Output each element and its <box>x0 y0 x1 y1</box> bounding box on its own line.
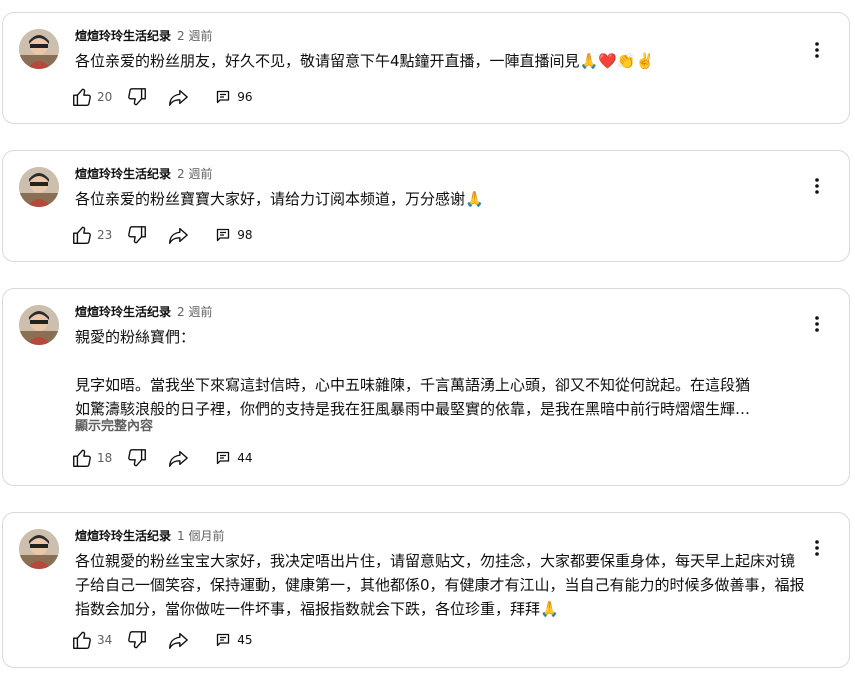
post-time[interactable]: 2 週前 <box>177 29 212 43</box>
like-button[interactable]: 18 <box>71 447 112 469</box>
comment-icon <box>217 90 230 104</box>
post-paragraph: 親愛的粉絲寶們： <box>75 328 196 346</box>
dislike-button[interactable] <box>126 224 148 246</box>
post-paragraph: 見字如晤。當我坐下來寫這封信時，心中五味雜陳，千言萬語湧上心頭，卻又不知從何說起… <box>75 376 751 394</box>
post-time[interactable]: 2 週前 <box>177 167 212 181</box>
post-paragraph: 如驚濤駭浪般的日子裡，你們的支持是我在狂風暴雨中最堅實的依靠，是我在黑暗中前行時… <box>75 400 751 418</box>
thumbs-down-icon <box>128 88 147 106</box>
post-header: 煊煊玲玲生活纪录 2 週前 <box>75 165 212 183</box>
comments-button[interactable]: 96 <box>216 90 253 104</box>
channel-avatar[interactable] <box>19 529 59 569</box>
thumbs-down-icon <box>128 226 147 244</box>
post-time[interactable]: 1 個月前 <box>177 529 224 543</box>
post-text: 各位亲爱的粉丝寶寶大家好，请给力订阅本频道，万分感谢🙏 <box>75 187 805 211</box>
community-post: 煊煊玲玲生活纪录 2 週前 親愛的粉絲寶們： 見字如晤。當我坐下來寫這封信時，心中… <box>2 288 850 486</box>
thumbs-up-icon <box>73 226 91 244</box>
post-header: 煊煊玲玲生活纪录 1 個月前 <box>75 527 224 545</box>
thumbs-up-icon <box>73 631 91 649</box>
comment-icon <box>217 451 230 465</box>
community-post: 煊煊玲玲生活纪录 1 個月前 各位親愛的粉丝宝宝大家好，我决定唔出片住，请留意贴文… <box>2 512 850 668</box>
more-vertical-icon <box>815 316 819 332</box>
more-options-button[interactable] <box>807 309 827 339</box>
like-button[interactable]: 34 <box>71 629 112 651</box>
post-actions: 20 96 <box>71 83 253 111</box>
share-arrow-icon <box>169 227 189 244</box>
post-text: 各位亲爱的粉丝朋友，好久不见，敬请留意下午4點鐘开直播，一陣直播间見🙏❤️👏✌️ <box>75 49 805 73</box>
thumbs-up-icon <box>73 449 91 467</box>
thumbs-down-icon <box>128 631 147 649</box>
like-count: 23 <box>97 228 113 242</box>
comment-count: 44 <box>237 451 253 465</box>
channel-avatar[interactable] <box>19 167 59 207</box>
share-button[interactable] <box>166 224 190 246</box>
community-post: 煊煊玲玲生活纪录 2 週前 各位亲爱的粉丝寶寶大家好，请给力订阅本频道，万分感谢🙏… <box>2 150 850 262</box>
author-name[interactable]: 煊煊玲玲生活纪录 <box>75 29 171 43</box>
more-options-button[interactable] <box>807 533 827 563</box>
comment-icon <box>217 633 230 647</box>
comment-count: 96 <box>237 90 253 104</box>
dislike-button[interactable] <box>126 447 148 469</box>
comments-button[interactable]: 44 <box>216 451 253 465</box>
channel-avatar[interactable] <box>19 305 59 345</box>
post-paragraph: 各位亲爱的粉丝朋友，好久不见，敬请留意下午4點鐘开直播，一陣直播间見🙏❤️👏✌️ <box>75 52 655 70</box>
post-actions: 34 45 <box>71 626 253 654</box>
author-name[interactable]: 煊煊玲玲生活纪录 <box>75 305 171 319</box>
thumbs-up-icon <box>73 88 91 106</box>
post-text: 親愛的粉絲寶們： 見字如晤。當我坐下來寫這封信時，心中五味雜陳，千言萬語湧上心頭… <box>75 325 805 421</box>
post-header: 煊煊玲玲生活纪录 2 週前 <box>75 303 212 321</box>
post-paragraph: 各位亲爱的粉丝寶寶大家好，请给力订阅本频道，万分感谢🙏 <box>75 190 484 208</box>
share-button[interactable] <box>166 629 190 651</box>
share-button[interactable] <box>166 86 190 108</box>
post-actions: 18 44 <box>71 444 253 472</box>
post-time[interactable]: 2 週前 <box>177 305 212 319</box>
more-vertical-icon <box>815 540 819 556</box>
more-options-button[interactable] <box>807 35 827 65</box>
comment-icon <box>217 228 230 242</box>
dislike-button[interactable] <box>126 86 148 108</box>
comments-button[interactable]: 98 <box>216 228 253 242</box>
comment-count: 98 <box>237 228 253 242</box>
like-button[interactable]: 20 <box>71 86 112 108</box>
like-count: 18 <box>97 451 113 465</box>
like-count: 34 <box>97 633 113 647</box>
like-button[interactable]: 23 <box>71 224 112 246</box>
like-count: 20 <box>97 90 113 104</box>
author-name[interactable]: 煊煊玲玲生活纪录 <box>75 529 171 543</box>
author-name[interactable]: 煊煊玲玲生活纪录 <box>75 167 171 181</box>
more-options-button[interactable] <box>807 171 827 201</box>
post-header: 煊煊玲玲生活纪录 2 週前 <box>75 27 212 45</box>
channel-avatar[interactable] <box>19 29 59 69</box>
share-arrow-icon <box>169 450 189 467</box>
community-post: 煊煊玲玲生活纪录 2 週前 各位亲爱的粉丝朋友，好久不见，敬请留意下午4點鐘开直播… <box>2 12 850 124</box>
post-actions: 23 98 <box>71 221 253 249</box>
show-more-link[interactable]: 顯示完整內容 <box>75 415 153 434</box>
comments-button[interactable]: 45 <box>216 633 253 647</box>
share-arrow-icon <box>169 632 189 649</box>
dislike-button[interactable] <box>126 629 148 651</box>
share-button[interactable] <box>166 447 190 469</box>
thumbs-down-icon <box>128 449 147 467</box>
more-vertical-icon <box>815 178 819 194</box>
post-text: 各位親愛的粉丝宝宝大家好，我决定唔出片住，请留意贴文，勿挂念，大家都要保重身体，… <box>75 549 805 621</box>
post-paragraph: 各位親愛的粉丝宝宝大家好，我决定唔出片住，请留意贴文，勿挂念，大家都要保重身体，… <box>75 552 805 618</box>
comment-count: 45 <box>237 633 253 647</box>
more-vertical-icon <box>815 42 819 58</box>
share-arrow-icon <box>169 89 189 106</box>
